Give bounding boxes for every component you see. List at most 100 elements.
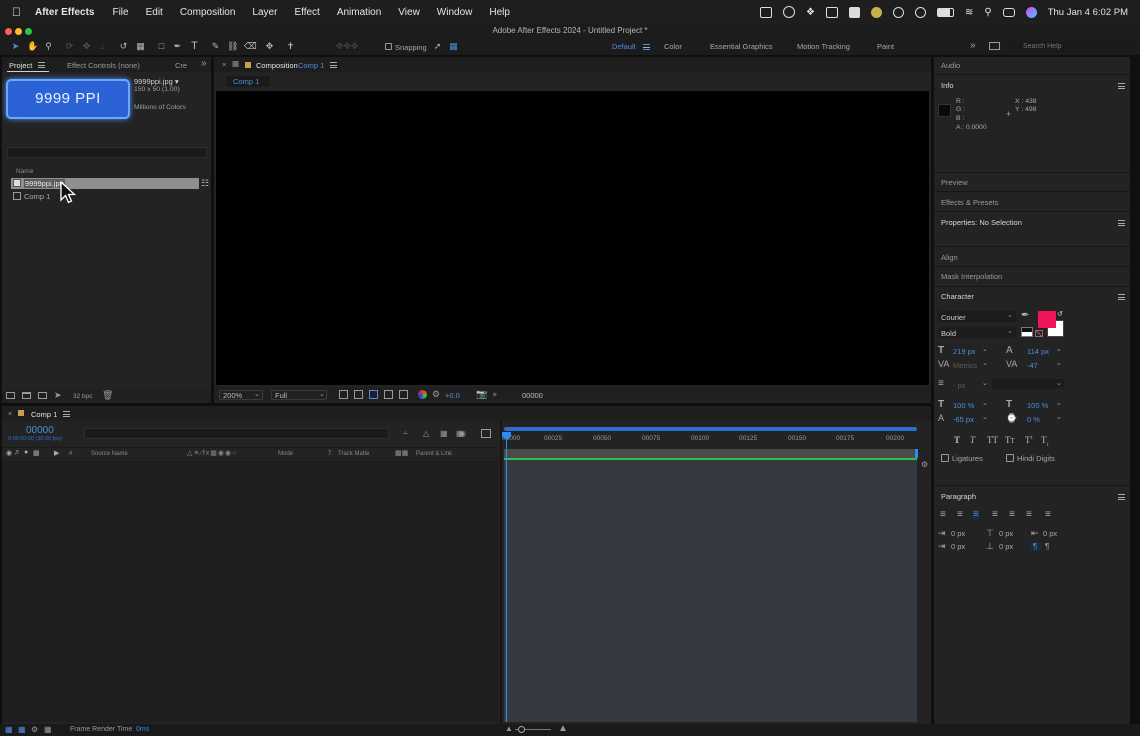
selection-tool-icon[interactable]: ➤ <box>10 41 21 52</box>
align-panel-header[interactable]: Align <box>941 253 958 262</box>
menu-clock[interactable]: Thu Jan 4 6:02 PM <box>1048 7 1128 18</box>
horizontal-scale-value[interactable]: 100 % <box>1027 401 1048 410</box>
pan-camera-tool-icon[interactable]: ✥ <box>81 41 92 52</box>
character-panel-header[interactable]: Character <box>941 292 974 301</box>
delete-icon[interactable]: 🗑 <box>102 390 113 401</box>
black-white-icon[interactable] <box>1021 327 1033 337</box>
close-window-button[interactable] <box>5 28 12 35</box>
vertical-scale-chevron-icon[interactable]: ⌄ <box>982 399 988 407</box>
tab-effect-controls[interactable]: Effect Controls (none) <box>67 61 140 70</box>
status-layer-switches-icon[interactable]: ▦ <box>5 725 13 734</box>
kerning-chevron-icon[interactable]: ⌄ <box>982 359 988 367</box>
draft-3d-icon[interactable]: △ <box>423 429 429 438</box>
space-before-value[interactable]: 0 px <box>999 529 1013 538</box>
exposure-value[interactable]: +0.0 <box>445 391 460 400</box>
properties-panel-menu-icon[interactable] <box>1118 220 1125 226</box>
swap-colors-icon[interactable]: ↺ <box>1057 310 1063 318</box>
close-timeline-tab-icon[interactable]: × <box>8 409 12 418</box>
project-item-label[interactable]: 9999ppi.jpg <box>24 179 65 188</box>
workspace-default[interactable]: Default <box>612 42 636 51</box>
align-left-icon[interactable]: ≡ <box>940 509 946 520</box>
first-line-indent-value[interactable]: 0 px <box>951 542 965 551</box>
zoom-slider-thumb[interactable] <box>518 726 525 733</box>
comp-subtab-label[interactable]: Comp 1 <box>233 77 259 86</box>
audio-panel-header[interactable]: Audio <box>941 61 960 70</box>
solo-switch-icon[interactable]: ● <box>24 449 28 456</box>
menu-effect[interactable]: Effect <box>294 7 319 18</box>
track-matte-header[interactable]: Track Matte <box>338 451 369 457</box>
timeline-track-area[interactable] <box>504 460 917 722</box>
bit-depth-label[interactable]: 32 bpc <box>73 393 93 400</box>
siri-icon[interactable] <box>1025 6 1037 18</box>
panel-overflow-icon[interactable]: » <box>201 58 207 69</box>
preview-panel-header[interactable]: Preview <box>941 178 968 187</box>
paragraph-panel-header[interactable]: Paragraph <box>941 492 976 501</box>
shy-layers-icon[interactable]: ▦ <box>440 429 448 438</box>
transparency-grid-icon[interactable] <box>354 390 363 399</box>
type-tool-icon[interactable]: T <box>189 41 200 52</box>
menu-view[interactable]: View <box>398 7 420 18</box>
label-color-icon[interactable]: ▶ <box>54 449 59 457</box>
tracking-chevron-icon[interactable]: ⌄ <box>1056 359 1062 367</box>
channel-color-icon[interactable] <box>418 390 427 399</box>
horizontal-scale-chevron-icon[interactable]: ⌄ <box>1056 399 1062 407</box>
paragraph-panel-menu-icon[interactable] <box>1118 494 1125 500</box>
lock-icon[interactable]: ▦ <box>232 59 239 68</box>
eraser-tool-icon[interactable]: ⌫ <box>244 41 257 52</box>
apple-icon[interactable]:  <box>12 5 21 19</box>
clock-icon[interactable] <box>915 6 926 18</box>
work-area-bar[interactable] <box>504 427 917 431</box>
snap-features-icon[interactable]: ▦ <box>448 41 459 52</box>
indent-right-value[interactable]: 0 px <box>1043 529 1057 538</box>
leading-value[interactable]: 114 px <box>1027 347 1049 356</box>
control-center-icon[interactable] <box>1002 7 1015 17</box>
faux-bold-icon[interactable]: T <box>954 435 960 445</box>
project-settings-icon[interactable]: ➤ <box>54 390 62 401</box>
zoom-in-icon[interactable]: ▲ <box>558 723 568 734</box>
mask-visibility-icon[interactable] <box>369 390 378 399</box>
ltr-direction-icon[interactable]: ¶ <box>1029 542 1041 551</box>
menu-layer[interactable]: Layer <box>252 7 277 18</box>
lock-switch-icon[interactable]: ▦ <box>33 449 40 457</box>
app-menu[interactable]: After Effects <box>35 7 94 18</box>
snapping-checkbox[interactable] <box>385 43 392 50</box>
timeline-menu-icon[interactable] <box>63 411 70 417</box>
rectangle-tool-icon[interactable]: □ <box>156 41 167 52</box>
align-right-icon[interactable]: ≡ <box>973 509 979 520</box>
parent-pickwhip-icon[interactable]: ▦▦ <box>395 449 408 457</box>
mode-header[interactable]: Mode <box>278 451 293 457</box>
graph-editor-icon[interactable] <box>481 429 491 438</box>
info-panel-header[interactable]: Info <box>941 81 954 90</box>
footage-name[interactable]: 9999ppi.jpg ▾ <box>134 77 179 86</box>
menu-file[interactable]: File <box>112 7 128 18</box>
video-switch-icon[interactable]: ◉ <box>6 449 12 457</box>
project-item-label[interactable]: Comp 1 <box>24 192 50 201</box>
stroke-width-chevron-icon[interactable]: ⌄ <box>982 379 988 387</box>
interpret-footage-icon[interactable] <box>6 392 15 399</box>
viewer-timecode[interactable]: 00000 <box>522 391 543 400</box>
playhead[interactable] <box>506 432 507 722</box>
work-area-bar-lower[interactable] <box>504 449 917 458</box>
timeline-search-input[interactable] <box>84 428 389 439</box>
new-composition-icon[interactable] <box>38 392 47 399</box>
snapshot-camera-icon[interactable]: 📷 <box>476 389 487 400</box>
spotlight-search-icon[interactable]: ⚲ <box>984 7 991 18</box>
tab-composition[interactable]: Composition <box>256 61 298 70</box>
faux-italic-icon[interactable]: T <box>970 435 975 445</box>
motion-blur-icon[interactable]: ◉ <box>459 429 466 438</box>
work-area-end-handle[interactable] <box>915 449 918 458</box>
space-after-value[interactable]: 0 px <box>999 542 1013 551</box>
mask-interpolation-panel-header[interactable]: Mask Interpolation <box>941 272 1002 281</box>
zoom-out-icon[interactable]: ▲ <box>505 724 513 733</box>
workspace-essential-graphics[interactable]: Essential Graphics <box>710 42 773 51</box>
exposure-icon[interactable]: ⚙ <box>432 389 440 400</box>
battery-icon[interactable] <box>937 7 954 17</box>
axis-mode-icons[interactable]: ✥✥✥ <box>330 41 364 52</box>
guides-icon[interactable] <box>384 390 393 399</box>
a-app-icon[interactable] <box>849 6 860 18</box>
parent-link-header[interactable]: Parent & Link <box>416 451 452 457</box>
search-help-input[interactable] <box>1009 41 1137 52</box>
subscript-icon[interactable]: T1 <box>1041 435 1049 448</box>
hand-tool-icon[interactable]: ✋ <box>27 41 38 52</box>
comp-navigator-icon[interactable]: ⚙ <box>921 460 928 469</box>
